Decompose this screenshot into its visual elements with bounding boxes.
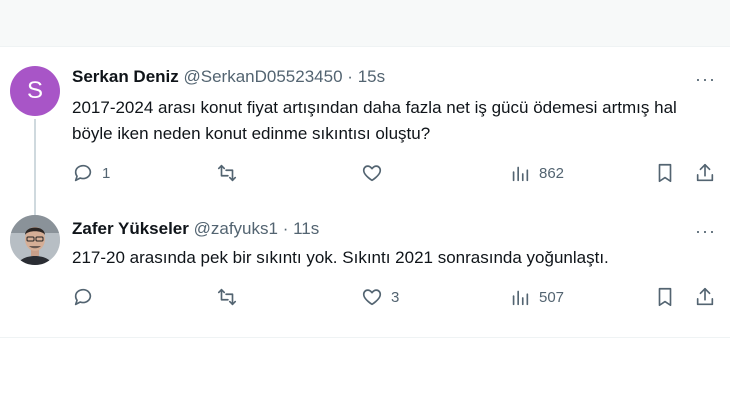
bookmark-icon: [658, 163, 672, 183]
like-icon: [362, 165, 382, 182]
author-handle[interactable]: @SerkanD05523450: [184, 67, 343, 86]
author-name[interactable]: Zafer Yükseler: [72, 219, 189, 238]
tweet-header: Serkan Deniz @SerkanD05523450 · 15s: [72, 67, 385, 87]
avatar[interactable]: S: [10, 66, 60, 116]
tweet-zafer[interactable]: Zafer Yükseler @zafyuks1 · 11s ··· 217-2…: [0, 207, 730, 337]
reply-button[interactable]: [72, 286, 102, 308]
author-name[interactable]: Serkan Deniz: [72, 67, 179, 86]
reply-icon: [74, 164, 92, 182]
reply-button[interactable]: 1: [72, 162, 110, 184]
profile-photo: [10, 215, 60, 265]
timestamp[interactable]: 15s: [358, 67, 385, 86]
like-icon: [362, 289, 382, 306]
share-icon: [696, 287, 714, 306]
views-icon: [512, 166, 529, 182]
action-bar: 3 507: [72, 286, 722, 312]
action-bar: 1 862: [72, 162, 722, 188]
separator: ·: [282, 219, 289, 238]
more-icon[interactable]: ···: [695, 221, 716, 242]
tweet-header: Zafer Yükseler @zafyuks1 · 11s: [72, 219, 319, 239]
more-icon[interactable]: ···: [695, 69, 716, 90]
avatar[interactable]: [10, 215, 60, 265]
author-handle[interactable]: @zafyuks1: [194, 219, 278, 238]
views-icon: [512, 290, 529, 306]
reply-count: 1: [102, 164, 111, 182]
views-count: 862: [539, 164, 565, 182]
bottom-divider: [0, 337, 730, 338]
views-button[interactable]: 862: [509, 162, 564, 184]
share-button[interactable]: [694, 162, 716, 184]
share-icon: [696, 163, 714, 182]
like-count: 3: [391, 288, 400, 306]
share-button[interactable]: [694, 286, 716, 308]
retweet-button[interactable]: [216, 162, 246, 184]
tweet-text: 2017-2024 arası konut fiyat artışından d…: [72, 98, 677, 143]
reply-icon: [74, 288, 92, 306]
bookmark-icon: [658, 287, 672, 307]
retweet-button[interactable]: [216, 286, 246, 308]
timestamp[interactable]: 11s: [293, 219, 319, 238]
avatar-letter: S: [26, 77, 43, 104]
like-button[interactable]: 3: [361, 286, 399, 308]
top-bar: [0, 0, 730, 46]
like-button[interactable]: [361, 162, 391, 184]
views-count: 507: [539, 288, 565, 306]
retweet-icon: [217, 164, 237, 182]
tweet-text: 217-20 arasında pek bir sıkıntı yok. Sık…: [72, 248, 609, 267]
tweet-serkan[interactable]: S Serkan Deniz @SerkanD05523450 · 15s ··…: [0, 47, 730, 215]
views-button[interactable]: 507: [509, 286, 564, 308]
bookmark-button[interactable]: [654, 286, 676, 308]
separator: ·: [347, 67, 353, 86]
thread-line: [34, 119, 36, 215]
bookmark-button[interactable]: [654, 162, 676, 184]
retweet-icon: [217, 288, 237, 306]
